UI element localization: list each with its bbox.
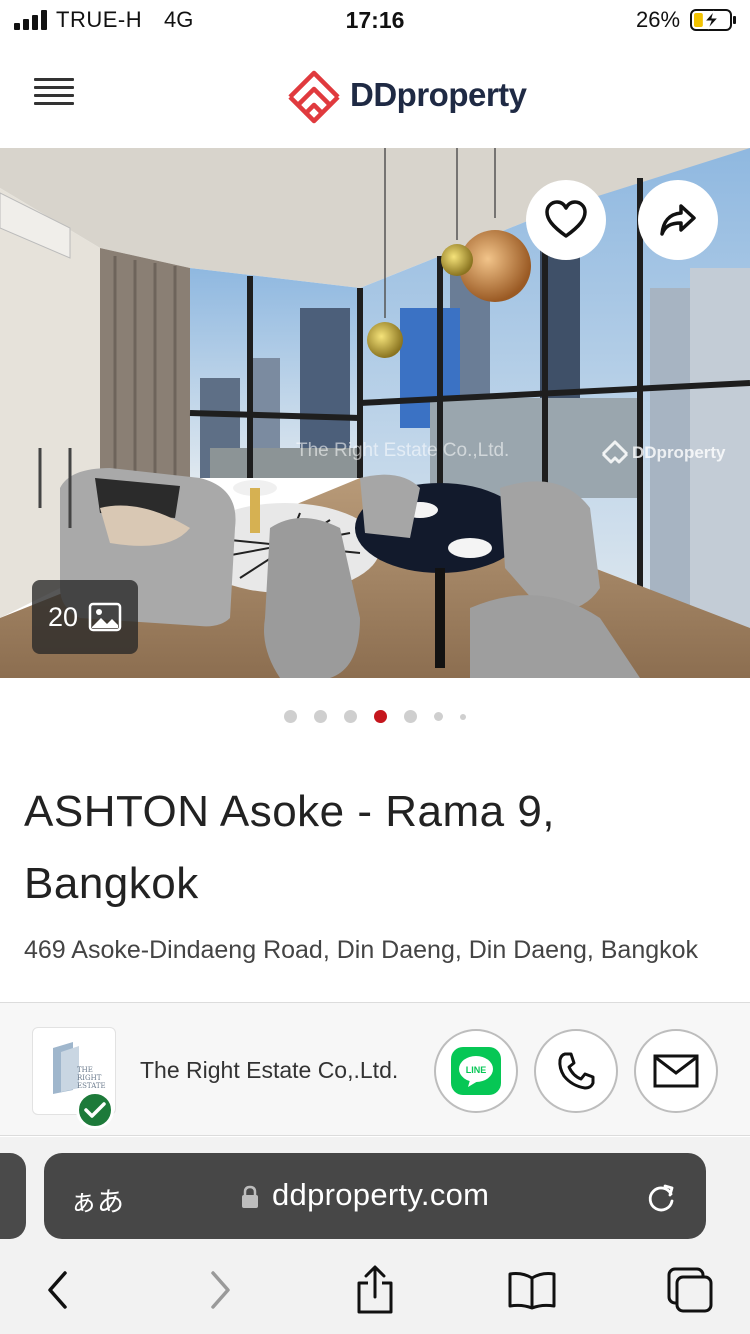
battery-charging-icon: [690, 9, 736, 31]
gallery-dot-active[interactable]: [374, 710, 387, 723]
chevron-left-icon: [48, 1271, 67, 1309]
gallery-pagination-dots: [0, 710, 750, 723]
previous-tab-peek[interactable]: [0, 1153, 26, 1239]
page: TRUE-H 4G 17:16 26% DDproperty The Right…: [0, 0, 750, 1334]
mail-envelope-icon: [653, 1054, 699, 1088]
gallery-dot[interactable]: [344, 710, 357, 723]
svg-text:RIGHT: RIGHT: [77, 1074, 102, 1082]
ddproperty-watermark-text: DDproperty: [632, 443, 726, 462]
text-size-button[interactable]: ぁあ: [70, 1180, 124, 1219]
battery-percent: 26%: [636, 7, 681, 32]
phone-icon: [558, 1052, 595, 1090]
bookmarks-button[interactable]: [507, 1265, 557, 1315]
line-contact-button[interactable]: LINE: [434, 1029, 518, 1113]
chevron-right-icon: [211, 1271, 230, 1309]
gallery-dot[interactable]: [284, 710, 297, 723]
back-button[interactable]: [33, 1265, 83, 1315]
verified-check-icon: [76, 1091, 114, 1129]
tabs-overview-icon: [667, 1267, 713, 1313]
tabs-button[interactable]: [665, 1265, 715, 1315]
listing-photo-gallery[interactable]: The Right Estate Co.,Ltd. DDproperty 20: [0, 148, 750, 678]
forward-button[interactable]: [195, 1265, 245, 1315]
share-upload-icon: [357, 1265, 393, 1314]
email-button[interactable]: [634, 1029, 718, 1113]
ddproperty-watermark-icon: [601, 440, 629, 464]
url-text: ddproperty.com: [272, 1177, 490, 1212]
gallery-dot[interactable]: [404, 710, 417, 723]
favorite-button[interactable]: [526, 180, 606, 260]
call-button[interactable]: [534, 1029, 618, 1113]
share-button[interactable]: [638, 180, 718, 260]
reload-icon[interactable]: [644, 1181, 678, 1215]
gallery-dot[interactable]: [314, 710, 327, 723]
image-gallery-icon: [88, 602, 122, 632]
agent-name[interactable]: The Right Estate Co,.Ltd.: [140, 1057, 398, 1084]
share-sheet-button[interactable]: [350, 1265, 400, 1315]
logo-text: DDproperty: [350, 76, 527, 113]
lock-icon: [242, 1185, 258, 1208]
gallery-dot[interactable]: [434, 712, 443, 721]
svg-text:THE: THE: [77, 1066, 93, 1074]
ddproperty-logo-mark-icon: [288, 70, 340, 124]
agent-contact-bar: THE RIGHT ESTATE The Right Estate Co,.Lt…: [0, 1002, 750, 1136]
photo-count: 20: [47, 601, 79, 632]
listing-title: ASHTON Asoke - Rama 9, Bangkok: [24, 787, 556, 908]
browser-bottom-bar: ぁあ ddproperty.com: [0, 1137, 750, 1334]
ddproperty-logo[interactable]: DDproperty: [284, 64, 527, 126]
line-app-icon: LINE: [451, 1047, 501, 1095]
ddproperty-watermark: DDproperty: [598, 438, 726, 468]
gallery-dot[interactable]: [460, 713, 466, 720]
address-bar[interactable]: ぁあ ddproperty.com: [44, 1153, 706, 1239]
line-label: LINE: [466, 1065, 487, 1075]
hamburger-menu-icon[interactable]: [34, 78, 74, 110]
status-bar: TRUE-H 4G 17:16 26%: [0, 0, 750, 42]
site-header: DDproperty: [0, 42, 750, 148]
listing-address: 469 Asoke-Dindaeng Road, Din Daeng, Din …: [24, 936, 699, 964]
open-book-icon: [508, 1272, 556, 1310]
photo-count-button[interactable]: 20: [32, 580, 138, 654]
heart-icon: [545, 200, 587, 238]
svg-text:ESTATE: ESTATE: [77, 1082, 106, 1090]
share-arrow-icon: [660, 204, 696, 236]
agent-watermark: The Right Estate Co.,Ltd.: [296, 440, 510, 461]
